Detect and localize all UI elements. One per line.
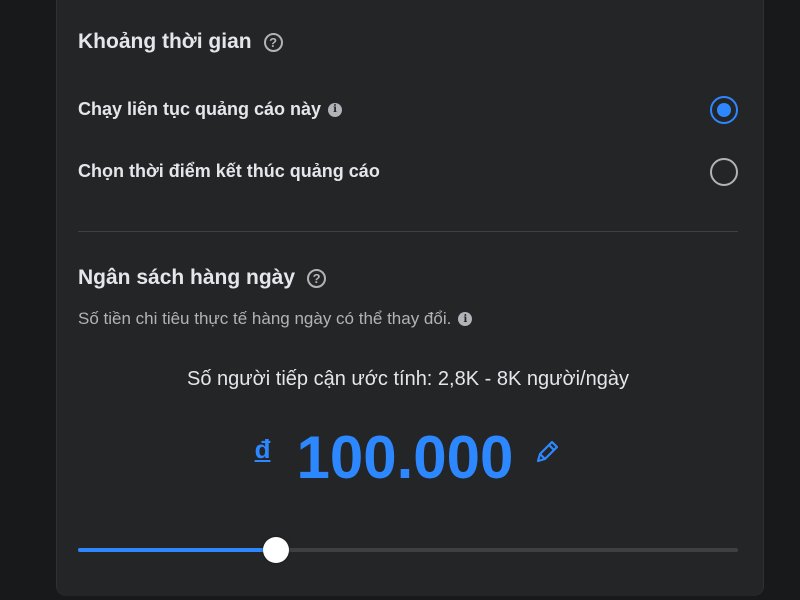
option-run-continuously-label[interactable]: Chạy liên tục quảng cáo này i: [78, 99, 343, 120]
section-divider: [78, 231, 738, 232]
budget-section-title: Ngân sách hàng ngày ?: [78, 266, 327, 290]
option-choose-end-time-label[interactable]: Chọn thời điểm kết thúc quảng cáo: [78, 161, 380, 182]
budget-slider-thumb[interactable]: [263, 537, 289, 563]
info-circle-icon[interactable]: i: [458, 312, 473, 326]
question-circle-icon[interactable]: ?: [263, 32, 283, 52]
budget-slider-fill: [78, 548, 276, 552]
pencil-icon[interactable]: [533, 438, 561, 471]
budget-amount-display: đ 100.000: [78, 420, 738, 496]
budget-slider-track[interactable]: [78, 537, 738, 563]
duration-title-text: Khoảng thời gian: [78, 30, 252, 53]
info-circle-icon[interactable]: i: [328, 102, 343, 117]
question-circle-icon[interactable]: ?: [307, 268, 327, 288]
option-choose-end-time-text: Chọn thời điểm kết thúc quảng cáo: [78, 161, 380, 181]
currency-symbol: đ: [254, 434, 271, 464]
radio-run-continuously[interactable]: [710, 96, 738, 124]
budget-title-text: Ngân sách hàng ngày: [78, 266, 296, 289]
ad-settings-card: [56, 0, 764, 596]
duration-section-title: Khoảng thời gian ?: [78, 30, 283, 54]
radio-choose-end-time[interactable]: [710, 158, 738, 186]
budget-amount-value: 100.000: [296, 424, 514, 491]
budget-subtitle-text: Số tiền chi tiêu thực tế hàng ngày có th…: [78, 309, 452, 328]
estimated-reach-text: Số người tiếp cận ước tính: 2,8K - 8K ng…: [187, 368, 629, 390]
option-run-continuously-text: Chạy liên tục quảng cáo này: [78, 99, 322, 119]
budget-subtitle: Số tiền chi tiêu thực tế hàng ngày có th…: [78, 309, 473, 329]
